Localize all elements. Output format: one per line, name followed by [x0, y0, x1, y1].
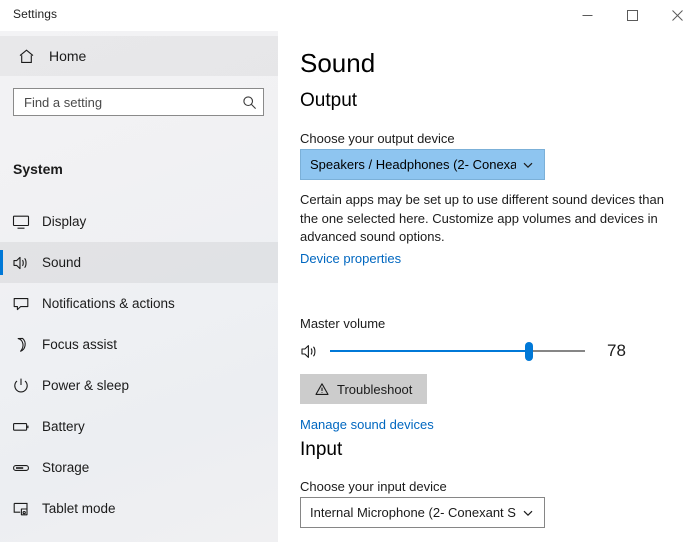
settings-window: Settings Home Find a setting System Disp…	[0, 0, 700, 542]
monitor-icon	[0, 213, 42, 231]
sidebar-home-label: Home	[49, 48, 87, 64]
sidebar-item-label: Power & sleep	[42, 378, 130, 393]
sidebar-item-storage[interactable]: Storage	[0, 447, 278, 488]
battery-icon	[0, 418, 42, 436]
close-button[interactable]	[655, 0, 700, 31]
sidebar-item-label: Battery	[42, 419, 85, 434]
speaker-icon	[0, 254, 42, 272]
page-title: Sound	[300, 48, 376, 78]
sidebar-item-sound[interactable]: Sound	[0, 242, 278, 283]
master-volume-row: 78	[300, 336, 680, 366]
sidebar-item-notifications[interactable]: Notifications & actions	[0, 283, 278, 324]
master-volume-value: 78	[607, 341, 626, 360]
window-controls	[565, 0, 700, 31]
master-volume-slider[interactable]	[330, 336, 585, 366]
minimize-icon	[582, 15, 593, 16]
warning-triangle-icon	[315, 382, 329, 396]
troubleshoot-button[interactable]: Troubleshoot	[300, 374, 428, 404]
chevron-down-icon	[516, 507, 540, 519]
master-volume-label: Master volume	[300, 316, 386, 331]
sidebar-item-power-sleep[interactable]: Power & sleep	[0, 365, 278, 406]
sidebar-item-label: Notifications & actions	[42, 296, 175, 311]
input-device-value: Internal Microphone (2- Conexant S...	[310, 505, 516, 520]
output-device-label: Choose your output device	[300, 131, 455, 146]
sidebar-item-multitasking[interactable]: Multitasking	[0, 529, 278, 542]
sidebar-item-label: Focus assist	[42, 337, 118, 352]
sidebar-item-label: Storage	[42, 460, 90, 475]
output-section-title: Output	[300, 90, 358, 111]
manage-sound-devices-link[interactable]: Manage sound devices	[300, 417, 434, 432]
troubleshoot-label: Troubleshoot	[337, 381, 413, 397]
maximize-icon	[627, 10, 638, 21]
search-input[interactable]	[14, 89, 235, 115]
storage-icon	[0, 459, 42, 477]
output-device-select[interactable]: Speakers / Headphones (2- Conexan...	[300, 149, 545, 180]
window-title: Settings	[13, 7, 58, 21]
sidebar: Home System Display	[0, 31, 278, 542]
search-box[interactable]	[13, 88, 264, 116]
sidebar-item-display[interactable]: Display	[0, 201, 278, 242]
sidebar-group-title: System	[13, 161, 63, 177]
input-section-title: Input	[300, 439, 343, 460]
volume-icon[interactable]	[300, 342, 326, 361]
sidebar-item-label: Tablet mode	[42, 501, 116, 516]
sidebar-item-tablet-mode[interactable]: Tablet mode	[0, 488, 278, 529]
content-pane: Sound Output Choose your output device S…	[278, 31, 700, 542]
slider-thumb[interactable]	[524, 342, 533, 361]
input-device-label: Choose your input device	[300, 479, 447, 494]
device-properties-link[interactable]: Device properties	[300, 251, 401, 266]
close-icon	[672, 10, 683, 21]
slider-fill	[330, 350, 529, 352]
sidebar-item-label: Display	[42, 214, 87, 229]
power-icon	[0, 377, 42, 395]
sidebar-item-focus-assist[interactable]: Focus assist	[0, 324, 278, 365]
sidebar-item-home[interactable]: Home	[0, 36, 278, 76]
maximize-button[interactable]	[610, 0, 655, 31]
notification-icon	[0, 295, 42, 313]
output-description: Certain apps may be set up to use differ…	[300, 192, 664, 244]
output-device-value: Speakers / Headphones (2- Conexan...	[310, 157, 516, 172]
sidebar-item-battery[interactable]: Battery	[0, 406, 278, 447]
search-icon[interactable]	[235, 95, 263, 110]
sidebar-item-label: Sound	[42, 255, 82, 270]
moon-icon	[0, 336, 42, 354]
home-icon	[6, 48, 46, 65]
input-device-select[interactable]: Internal Microphone (2- Conexant S...	[300, 497, 545, 528]
chevron-down-icon	[516, 159, 540, 171]
tablet-icon	[0, 500, 42, 518]
minimize-button[interactable]	[565, 0, 610, 31]
sidebar-nav-list: Display Sound Notifications & actions Fo…	[0, 201, 278, 542]
title-bar: Settings	[0, 0, 700, 31]
